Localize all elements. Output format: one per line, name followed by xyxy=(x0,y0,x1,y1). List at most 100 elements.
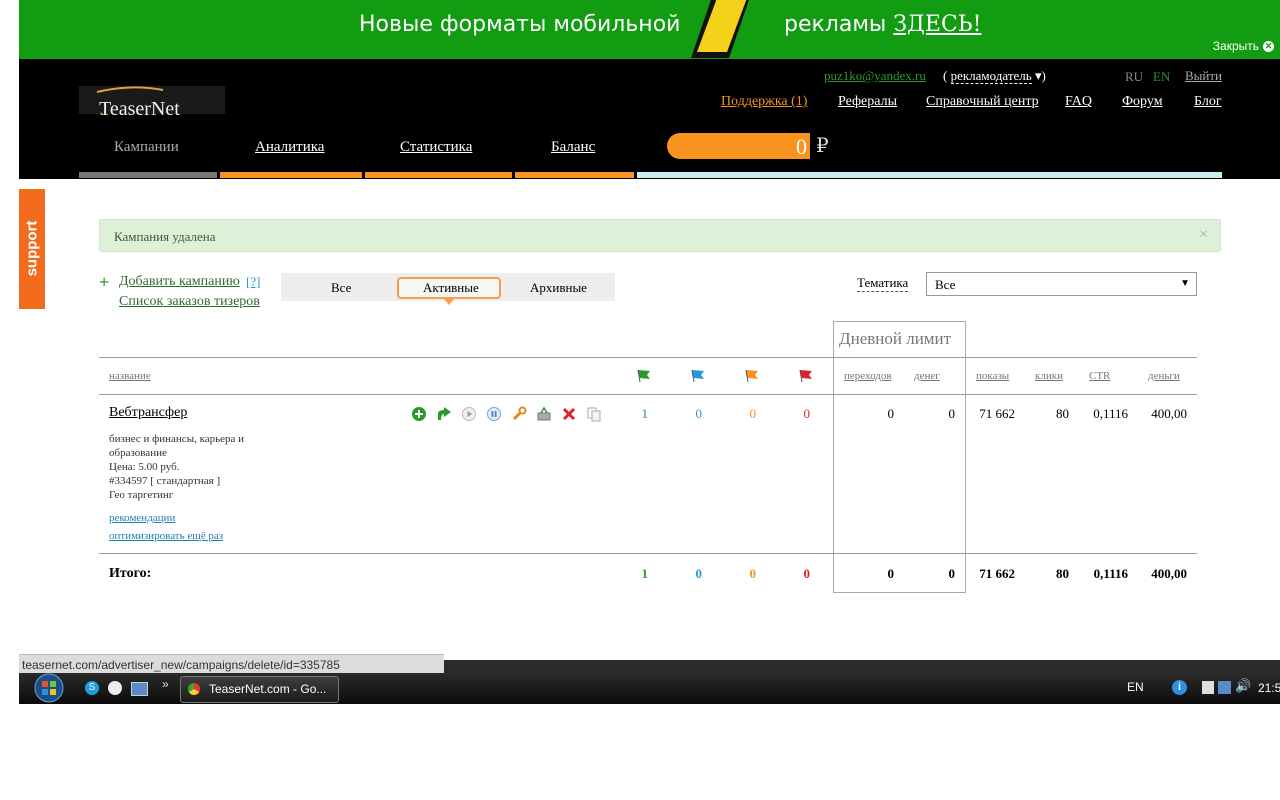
faq-link[interactable]: FAQ xyxy=(1065,94,1092,110)
col-clicks[interactable]: клики xyxy=(1035,370,1063,382)
balance-indicator xyxy=(637,172,1222,178)
recommendations-link[interactable]: рекомендации xyxy=(109,512,175,524)
row-money: 400,00 xyxy=(1151,406,1187,421)
total-blue-count: 0 xyxy=(695,566,703,581)
phone-icon xyxy=(691,0,749,58)
tab-campaigns[interactable]: Кампании xyxy=(114,139,179,156)
skype-icon[interactable]: S xyxy=(85,681,99,695)
network-icon[interactable] xyxy=(1218,681,1231,694)
topic-label: Тематика xyxy=(857,275,909,292)
wrench-icon[interactable] xyxy=(511,406,527,422)
language-indicator[interactable]: EN xyxy=(1127,680,1144,694)
browser-status-bar: teasernet.com/advertiser_new/campaigns/d… xyxy=(19,654,444,674)
start-button[interactable] xyxy=(29,673,69,704)
orange-flag-icon[interactable] xyxy=(744,368,760,382)
alert-close-icon[interactable]: × xyxy=(1199,226,1208,244)
referrals-link[interactable]: Рефералы xyxy=(838,94,897,110)
share-arrow-icon[interactable] xyxy=(436,406,452,422)
row-green-count: 1 xyxy=(641,406,649,421)
status-url: teasernet.com/advertiser_new/campaigns/d… xyxy=(22,658,340,672)
more-icon[interactable]: » xyxy=(162,677,169,691)
support-tab[interactable]: support xyxy=(19,189,45,309)
info-icon[interactable]: i xyxy=(1172,680,1187,695)
blog-link[interactable]: Блог xyxy=(1194,94,1222,110)
campaign-geo: Гео таргетинг xyxy=(109,489,174,501)
blue-flag-icon[interactable] xyxy=(690,368,706,382)
filter-all-button[interactable]: Все xyxy=(331,280,351,296)
topic-value: Все xyxy=(935,277,956,292)
total-green-count: 1 xyxy=(641,566,649,581)
total-transitions: 0 xyxy=(887,566,895,581)
taskbar-chrome-tab[interactable]: TeaserNet.com - Go... xyxy=(180,676,339,703)
lang-en-link[interactable]: EN xyxy=(1153,69,1170,85)
tab-analytics[interactable]: Аналитика xyxy=(255,139,324,156)
close-icon: ✕ xyxy=(1263,40,1274,52)
help-link[interactable]: [?] xyxy=(246,274,260,290)
total-ctr: 0,1116 xyxy=(1093,566,1128,581)
total-money-limit: 0 xyxy=(948,566,956,581)
play-icon[interactable] xyxy=(461,406,477,422)
forum-link[interactable]: Форум xyxy=(1122,94,1163,110)
campaign-category: бизнес и финансы, карьера и xyxy=(109,433,245,445)
role-dropdown[interactable]: ( рекламодатель ▾) xyxy=(943,68,1046,84)
clock[interactable]: 21:5 xyxy=(1258,681,1280,695)
taskbar: S » TeaserNet.com - Go... EN i 🔊 21:5 xyxy=(19,673,1280,704)
add-teaser-icon[interactable] xyxy=(411,406,427,422)
logout-link[interactable]: Выйти xyxy=(1185,68,1222,84)
campaign-id: #334597 [ стандартная ] xyxy=(109,475,221,487)
copy-icon[interactable] xyxy=(586,406,602,422)
delete-icon[interactable] xyxy=(561,406,577,422)
tab-statistics[interactable]: Статистика xyxy=(400,139,472,156)
col-ctr[interactable]: CTR xyxy=(1089,370,1110,382)
optimize-link[interactable]: оптимизировать ещё раз xyxy=(109,530,223,542)
total-shows: 71 662 xyxy=(979,566,1015,581)
caret-icon xyxy=(444,299,454,305)
alert-message: Кампания удалена × xyxy=(99,219,1221,252)
site-header: TeaserNet. puz1ko@yandex.ru ( рекламодат… xyxy=(19,59,1280,179)
tab-indicator-balance xyxy=(515,172,634,178)
row-orange-count: 0 xyxy=(749,406,757,421)
tab-balance[interactable]: Баланс xyxy=(551,139,595,156)
col-money[interactable]: деньги xyxy=(1148,370,1180,382)
pause-icon[interactable] xyxy=(486,406,502,422)
row-money-limit: 0 xyxy=(948,406,956,421)
app-icon[interactable] xyxy=(108,681,122,695)
filter-archive-button[interactable]: Архивные xyxy=(530,280,587,296)
basket-icon[interactable] xyxy=(536,406,552,422)
campaign-price: Цена: 5.00 руб. xyxy=(109,461,180,473)
taskbar-tab-label: TeaserNet.com - Go... xyxy=(209,682,327,696)
site-logo[interactable]: TeaserNet. xyxy=(79,86,225,120)
green-flag-icon[interactable] xyxy=(636,368,652,382)
campaign-filter: Все Активные Архивные xyxy=(281,273,615,305)
teaser-orders-link[interactable]: Список заказов тизеров xyxy=(119,294,260,310)
banner-link[interactable]: ЗДЕСЬ! xyxy=(893,12,981,37)
daily-limit-header: Дневной лимит xyxy=(839,329,952,348)
banner-close-button[interactable]: Закрыть ✕ xyxy=(1213,39,1274,53)
desktop-icon[interactable] xyxy=(131,682,148,696)
total-red-count: 0 xyxy=(803,566,811,581)
topic-select[interactable]: Все ▼ xyxy=(926,272,1197,296)
volume-icon[interactable]: 🔊 xyxy=(1235,679,1251,694)
col-money-limit[interactable]: денег xyxy=(914,370,940,382)
add-campaign-link[interactable]: Добавить кампанию xyxy=(119,274,240,290)
header-top-line xyxy=(99,357,1197,358)
campaign-name-link[interactable]: Вебтрансфер xyxy=(109,405,187,421)
promo-banner[interactable]: Новые форматы мобильной рекламы ЗДЕСЬ! З… xyxy=(19,0,1280,59)
col-shows[interactable]: показы xyxy=(976,370,1009,382)
lang-ru-link[interactable]: RU xyxy=(1125,69,1143,85)
col-transitions[interactable]: переходов xyxy=(844,370,892,382)
power-icon[interactable] xyxy=(1202,681,1214,694)
windows-logo-icon xyxy=(34,673,64,703)
red-flag-icon[interactable] xyxy=(798,368,814,382)
help-center-link[interactable]: Справочный центр xyxy=(926,94,1039,110)
row-transitions: 0 xyxy=(887,406,895,421)
row-blue-count: 0 xyxy=(695,406,703,421)
support-link[interactable]: Поддержка (1) xyxy=(721,94,807,110)
banner-text-2: рекламы ЗДЕСЬ! xyxy=(784,12,982,37)
tab-indicator-campaigns xyxy=(79,172,217,178)
campaign-details: бизнес и финансы, карьера и образование … xyxy=(109,432,244,502)
filter-active-label: Активные xyxy=(423,280,479,295)
user-email-link[interactable]: puz1ko@yandex.ru xyxy=(824,68,926,84)
balance-value: 0 xyxy=(796,134,807,159)
col-name[interactable]: название xyxy=(109,370,151,382)
